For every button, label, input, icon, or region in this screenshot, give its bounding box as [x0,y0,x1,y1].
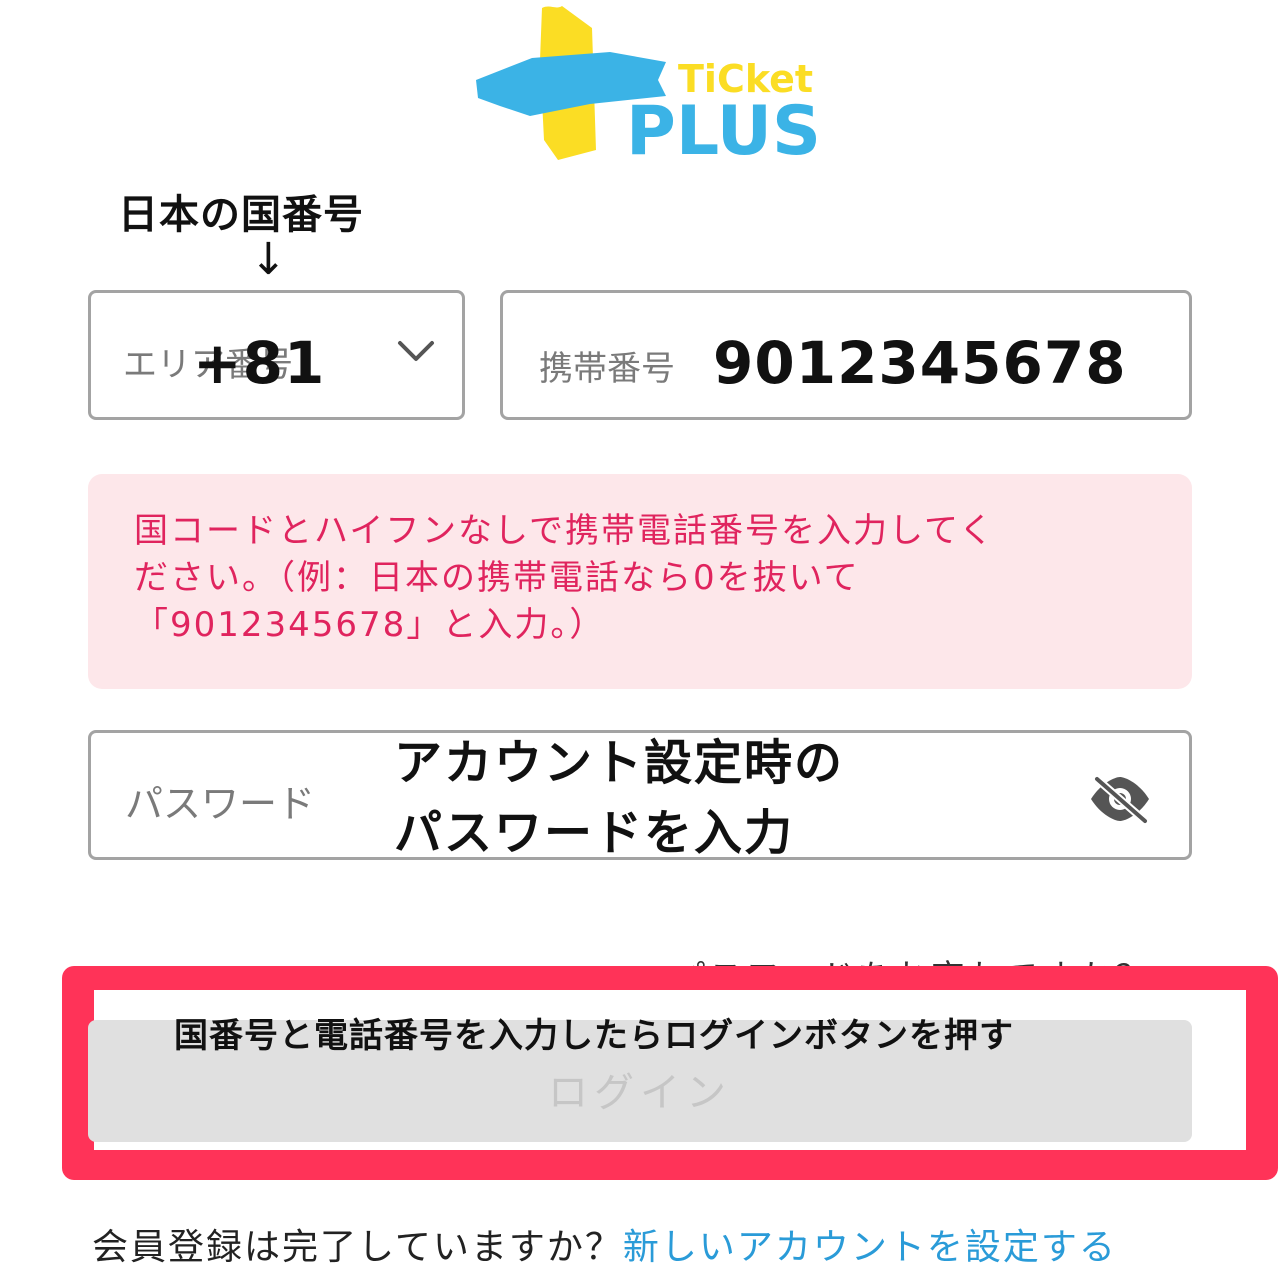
phone-number-input[interactable]: 携帯番号 9012345678 [500,290,1192,420]
signup-prompt: 会員登録は完了していますか？新しいアカウントを設定する [92,1218,1117,1270]
annotation-country-code: 日本の国番号 [118,192,364,238]
ticket-plus-logo: TiCket PLUS [470,0,820,170]
annotation-password-line-1: アカウント設定時の [394,735,845,791]
error-message-line-1: 国コードとハイフンなしで携帯電話番号を入力してく [134,511,995,551]
signup-question: 会員登録は完了していますか？ [92,1227,623,1268]
ticket-plus-logo-graphic: TiCket PLUS [476,6,820,170]
password-placeholder: パスワード [125,782,316,826]
annotation-login: 国番号と電話番号を入力したらログインボタンを押す [174,1016,1014,1056]
logo-plus-text: PLUS [626,92,820,170]
annotation-password-line-2: パスワードを入力 [394,805,795,861]
area-code-select[interactable]: エリア番号 +81 [88,290,465,420]
eye-off-icon[interactable] [1087,773,1153,825]
error-message-line-2: ださい。（例：日本の携帯電話なら0を抜いて [134,558,860,598]
chevron-down-icon[interactable] [396,337,436,367]
error-message-line-3: 「9012345678」と入力。） [134,605,606,645]
area-code-value: +81 [193,329,326,397]
error-message-box: 国コードとハイフンなしで携帯電話番号を入力してく ださい。（例：日本の携帯電話な… [88,474,1192,689]
phone-number-placeholder: 携帯番号 [539,349,675,389]
login-page: TiCket PLUS 日本の国番号 ↓ エリア番号 +81 携帯番号 9012… [0,0,1280,1280]
phone-number-value: 9012345678 [713,329,1127,397]
annotation-password: アカウント設定時の パスワードを入力 [394,728,844,868]
down-arrow-icon: ↓ [250,234,287,285]
signup-link[interactable]: 新しいアカウントを設定する [623,1227,1117,1268]
